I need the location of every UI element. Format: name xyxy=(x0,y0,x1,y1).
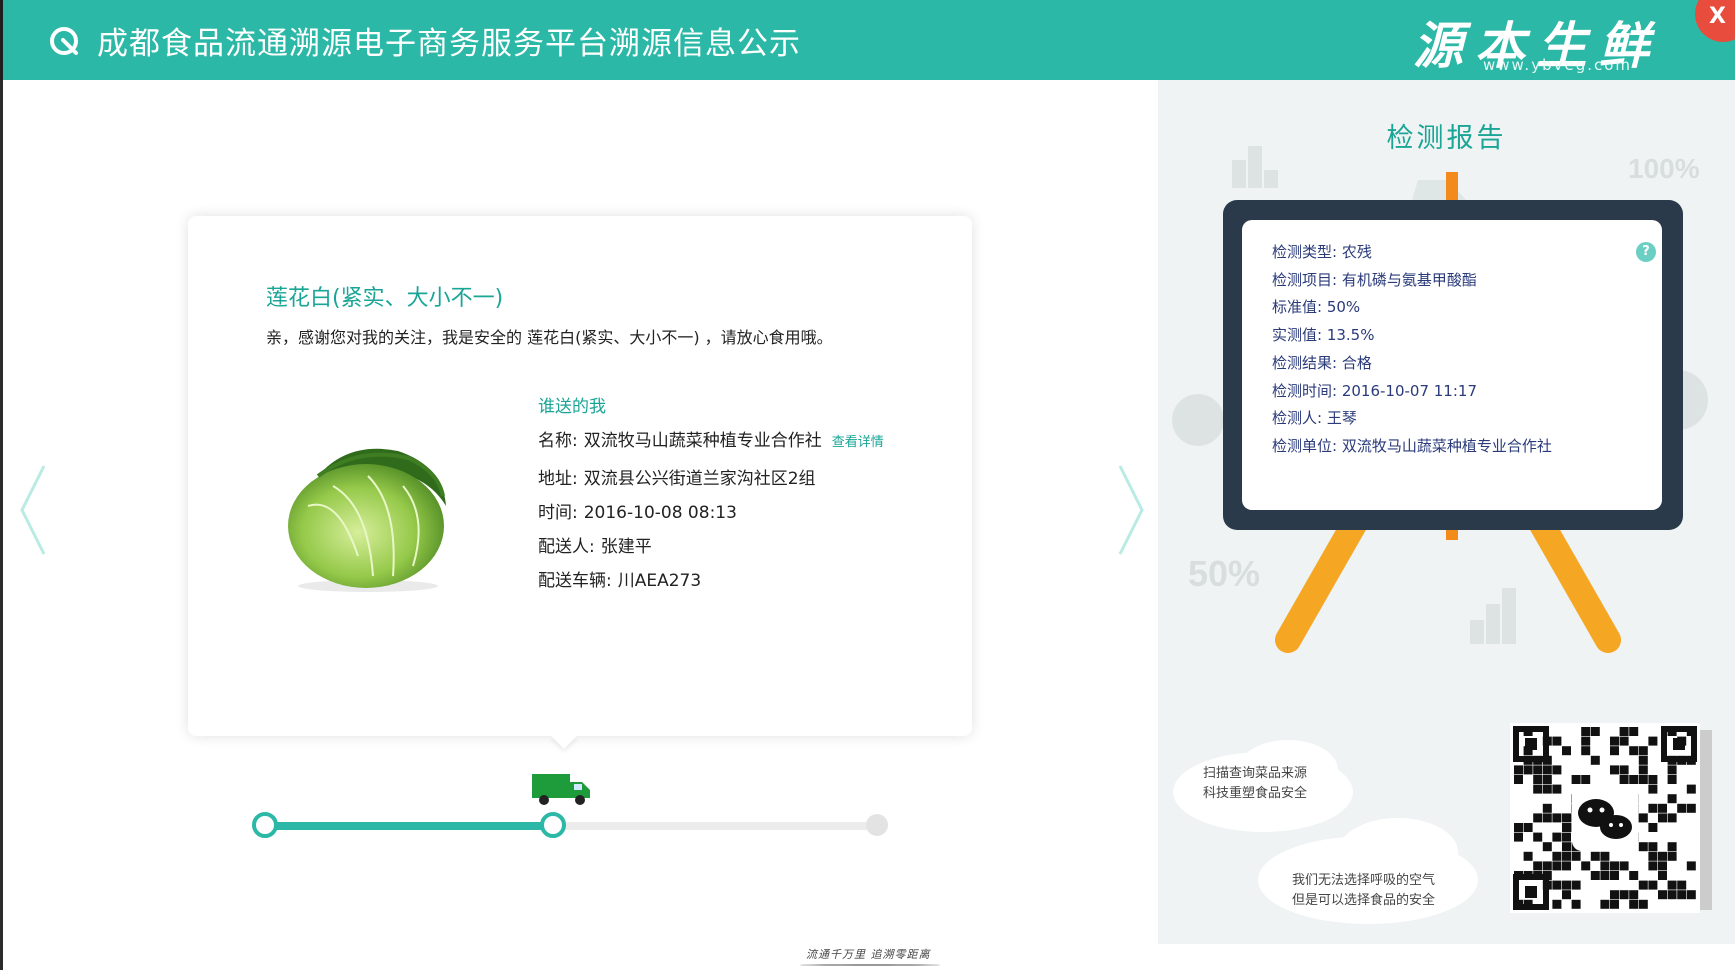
deco-100-percent: 100% xyxy=(1628,153,1700,184)
delivery-time-row: 时间: 2016-10-08 08:13 xyxy=(538,498,737,523)
safety-line-1: 我们无法选择呼吸的空气 xyxy=(1292,873,1436,888)
scan-cloud-text: 扫描查询菜品来源 科技重塑食品安全 xyxy=(1203,764,1307,804)
brand-logo: 源本生鲜 www.ybveg.com xyxy=(1413,6,1703,76)
page-title: 成都食品流通溯源电子商务服务平台溯源信息公示 xyxy=(97,26,801,62)
trace-logo-icon xyxy=(50,27,78,55)
delivery-courier-value: 张建平 xyxy=(600,537,652,557)
truck-icon xyxy=(532,774,590,805)
progress-node-start xyxy=(252,812,278,838)
chevron-right-icon[interactable] xyxy=(1110,460,1150,560)
delivery-courier-row: 配送人: 张建平 xyxy=(538,532,652,557)
chevron-left-icon[interactable] xyxy=(14,460,54,560)
delivery-section-title: 谁送的我 xyxy=(538,397,606,417)
brand-url: www.ybveg.com xyxy=(1483,56,1633,74)
delivery-progress-track xyxy=(265,822,877,830)
progress-node-end xyxy=(866,814,888,836)
qr-side-strip xyxy=(1700,730,1712,910)
wechat-qr-code[interactable] xyxy=(1510,723,1700,913)
delivery-name-row: 名称: 双流牧马山蔬菜种植专业合作社 查看详情 xyxy=(538,426,884,451)
report-row: 检测人: 王琴 xyxy=(1272,409,1357,428)
cabbage-image xyxy=(288,448,446,592)
footer-underline xyxy=(800,964,940,966)
view-details-link[interactable]: 查看详情 xyxy=(832,435,884,450)
report-row: 检测项目: 有机磷与氨基甲酸酯 xyxy=(1272,270,1477,289)
safety-cloud-text: 我们无法选择呼吸的空气 但是可以选择食品的安全 xyxy=(1292,871,1435,911)
delivery-time-label: 时间: xyxy=(538,503,578,523)
report-row: 检测类型: 农残 xyxy=(1272,243,1372,261)
help-icon[interactable]: ? xyxy=(1636,242,1656,262)
safety-line-2: 但是可以选择食品的安全 xyxy=(1292,893,1436,908)
product-greeting: 亲，感谢您对我的关注，我是安全的 莲花白(紧实、大小不一) ，请放心食用哦。 xyxy=(266,328,833,347)
progress-node-current xyxy=(539,812,566,838)
product-card: 莲花白(紧实、大小不一) 亲，感谢您对我的关注，我是安全的 莲花白(紧实、大小不… xyxy=(188,216,972,736)
delivery-vehicle-label: 配送车辆: xyxy=(538,571,612,591)
report-row: 实测值: 13.5% xyxy=(1272,326,1375,345)
delivery-address-value: 双流县公兴街道兰家沟社区2组 xyxy=(583,469,816,489)
delivery-address-label: 地址: xyxy=(538,469,578,489)
delivery-vehicle-value: 川AEA273 xyxy=(617,571,702,591)
top-header: 成都食品流通溯源电子商务服务平台溯源信息公示 源本生鲜 www.ybveg.co… xyxy=(0,0,1735,80)
footer-slogan: 流通千万里 追溯零距离 xyxy=(806,948,931,961)
report-row: 标准值: 50% xyxy=(1272,298,1361,317)
delivery-progress-fill xyxy=(265,822,553,830)
left-edge-divider xyxy=(0,80,3,970)
delivery-vehicle-row: 配送车辆: 川AEA273 xyxy=(538,566,701,591)
delivery-time-value: 2016-10-08 08:13 xyxy=(583,503,737,523)
product-name: 莲花白(紧实、大小不一) xyxy=(266,286,504,311)
card-pointer xyxy=(550,735,578,749)
scan-line-2: 科技重塑食品安全 xyxy=(1203,786,1308,801)
close-icon[interactable]: X xyxy=(1709,4,1726,29)
report-row: 检测结果: 合格 xyxy=(1272,353,1372,372)
deco-50-percent: 50% xyxy=(1188,553,1260,594)
delivery-name-label: 名称: xyxy=(538,431,578,451)
report-row: 检测时间: 2016-10-07 11:17 xyxy=(1272,381,1477,400)
report-row: 检测单位: 双流牧马山蔬菜种植专业合作社 xyxy=(1272,436,1552,455)
delivery-address-row: 地址: 双流县公兴街道兰家沟社区2组 xyxy=(538,464,816,489)
scan-line-1: 扫描查询菜品来源 xyxy=(1203,766,1308,781)
report-title: 检测报告 xyxy=(1386,123,1507,154)
delivery-courier-label: 配送人: xyxy=(538,537,595,557)
delivery-name-value: 双流牧马山蔬菜种植专业合作社 xyxy=(583,431,822,451)
